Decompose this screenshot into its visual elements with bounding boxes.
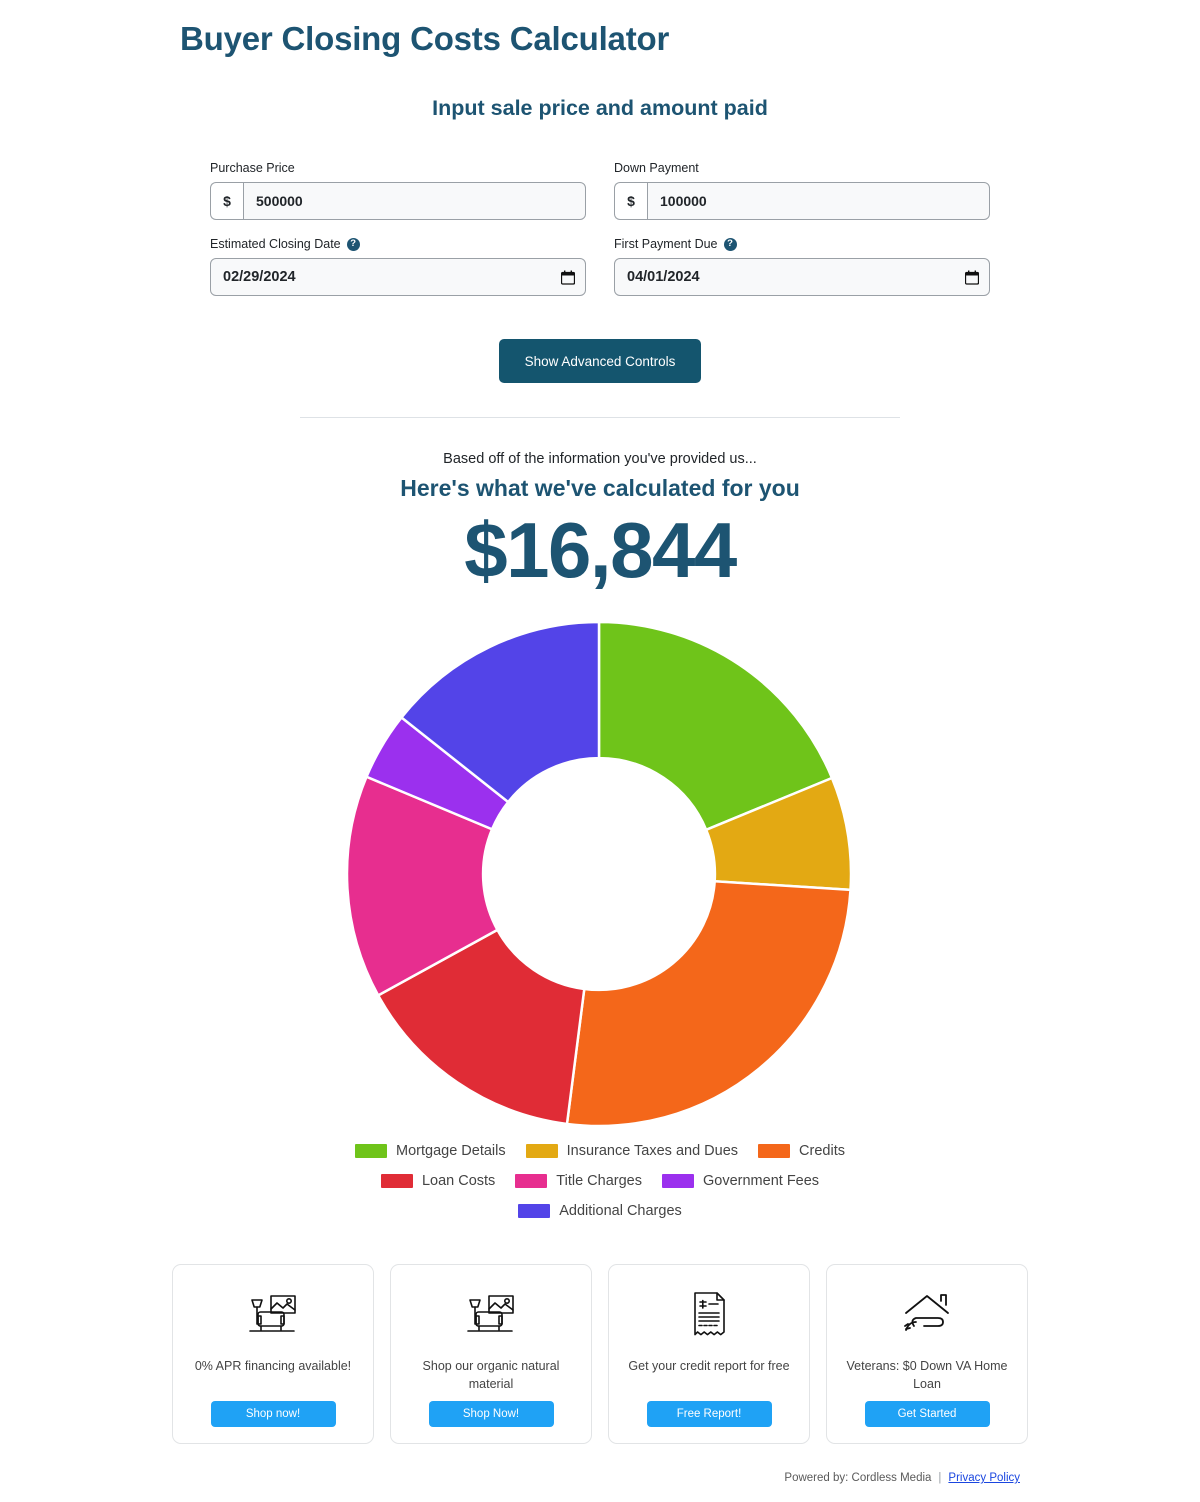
sofa-lamp-icon: [463, 1287, 519, 1343]
chart-legend: Mortgage Details Insurance Taxes and Dues…: [290, 1138, 910, 1224]
down-payment-input-group: $: [614, 182, 990, 220]
field-down-payment: Down Payment $: [614, 160, 990, 220]
based-off-text: Based off of the information you've prov…: [443, 451, 757, 467]
footer-separator: |: [938, 1472, 942, 1484]
legend-label: Government Fees: [703, 1173, 820, 1189]
results-heading: Here's what we've calculated for you: [400, 475, 800, 501]
legend-color-swatch: [380, 1174, 413, 1188]
legend-color-swatch: [518, 1204, 551, 1218]
promo-card-button[interactable]: Get Started: [864, 1401, 990, 1427]
legend-row: Loan Costs Title Charges Government Fees: [290, 1168, 910, 1194]
promo-card-text: Shop our organic natural material: [422, 1359, 560, 1392]
field-purchase-price: Purchase Price $: [210, 160, 586, 220]
legend-item[interactable]: Loan Costs: [380, 1168, 496, 1194]
footer: Powered by: Cordless Media | Privacy Pol…: [784, 1472, 1020, 1484]
promo-card-button[interactable]: Shop Now!: [428, 1401, 554, 1427]
closing-date-input[interactable]: [211, 269, 561, 285]
legend-item[interactable]: Insurance Taxes and Dues: [525, 1138, 739, 1164]
closing-date-label-text: Estimated Closing Date: [210, 237, 341, 251]
first-payment-input-group: [614, 258, 990, 296]
powered-by-text: Powered by: Cordless Media: [784, 1472, 932, 1484]
legend-color-swatch: [515, 1174, 548, 1188]
legend-color-swatch: [758, 1144, 791, 1158]
calendar-icon[interactable]: [561, 270, 575, 285]
legend-label: Loan Costs: [421, 1173, 496, 1189]
down-payment-input[interactable]: [647, 182, 990, 220]
promo-card-button[interactable]: Free Report!: [646, 1401, 772, 1427]
promo-card: Get your credit report for free Free Repo…: [608, 1264, 810, 1444]
dollar-sign-icon: $: [210, 182, 243, 220]
legend-label: Title Charges: [556, 1173, 642, 1189]
form-row-dates: Estimated Closing Date ? 02/29/2024 Firs…: [210, 236, 990, 296]
form-row-prices: Purchase Price $ Down Payment $: [210, 160, 990, 220]
help-icon[interactable]: ?: [723, 237, 737, 251]
purchase-price-input-group: $: [210, 182, 586, 220]
promo-card-text: Veterans: $0 Down VA Home Loan: [846, 1359, 1008, 1392]
house-in-hand-icon: [900, 1287, 954, 1343]
field-closing-date: Estimated Closing Date ?: [210, 236, 586, 296]
calculator-page: Buyer Closing Costs Calculator Input sal…: [0, 0, 1200, 1502]
donut-slice-credits[interactable]: [565, 879, 852, 1127]
first-payment-label: First Payment Due ?: [614, 236, 990, 252]
legend-item[interactable]: Title Charges: [515, 1168, 642, 1194]
legend-label: Credits: [799, 1143, 845, 1159]
total-closing-cost-amount: $16,844: [464, 506, 737, 594]
purchase-price-label-text: Purchase Price: [210, 161, 295, 175]
dollar-sign-icon: $: [614, 182, 647, 220]
legend-color-swatch: [355, 1144, 387, 1158]
calendar-icon[interactable]: [965, 270, 979, 285]
legend-label: Mortgage Details: [396, 1143, 506, 1159]
promo-card-text: 0% APR financing available!: [194, 1359, 352, 1373]
donut-svg: [346, 621, 852, 1127]
first-payment-input[interactable]: [615, 269, 965, 285]
closing-costs-donut-chart: [346, 621, 852, 1127]
page-subtitle: Input sale price and amount paid: [432, 96, 768, 120]
down-payment-label-text: Down Payment: [614, 161, 699, 175]
legend-item[interactable]: Additional Charges: [518, 1198, 682, 1224]
receipt-dollar-icon: [687, 1287, 731, 1343]
page-title: Buyer Closing Costs Calculator: [180, 20, 670, 57]
down-payment-label: Down Payment: [614, 160, 990, 176]
input-form: Purchase Price $ Down Payment $: [210, 160, 990, 296]
promo-cards: 0% APR financing available! Shop now! Shop…: [172, 1264, 1028, 1444]
purchase-price-input[interactable]: [243, 182, 586, 220]
legend-label: Additional Charges: [559, 1203, 682, 1219]
promo-card: Veterans: $0 Down VA Home Loan Get Starte…: [826, 1264, 1028, 1444]
section-divider: [300, 417, 900, 418]
legend-item[interactable]: Government Fees: [662, 1168, 819, 1194]
show-advanced-controls-button[interactable]: Show Advanced Controls: [499, 339, 701, 383]
closing-date-label: Estimated Closing Date ?: [210, 236, 586, 252]
legend-color-swatch: [525, 1144, 558, 1158]
sofa-lamp-icon: [245, 1287, 301, 1343]
promo-card-button[interactable]: Shop now!: [210, 1401, 336, 1427]
promo-card-text: Get your credit report for free: [628, 1359, 790, 1373]
legend-row: Additional Charges: [290, 1198, 910, 1224]
closing-date-input-group: [210, 258, 586, 296]
field-first-payment: First Payment Due ?: [614, 236, 990, 296]
promo-card: Shop our organic natural material Shop No…: [390, 1264, 592, 1444]
help-icon[interactable]: ?: [346, 237, 360, 251]
promo-card: 0% APR financing available! Shop now!: [172, 1264, 374, 1444]
privacy-policy-link[interactable]: Privacy Policy: [948, 1472, 1020, 1484]
legend-label: Insurance Taxes and Dues: [566, 1143, 739, 1159]
legend-color-swatch: [662, 1174, 694, 1188]
purchase-price-label: Purchase Price: [210, 160, 586, 176]
legend-row: Mortgage Details Insurance Taxes and Dues…: [290, 1138, 910, 1164]
first-payment-label-text: First Payment Due: [614, 237, 718, 251]
legend-item[interactable]: Mortgage Details: [355, 1138, 506, 1164]
legend-item[interactable]: Credits: [758, 1138, 845, 1164]
